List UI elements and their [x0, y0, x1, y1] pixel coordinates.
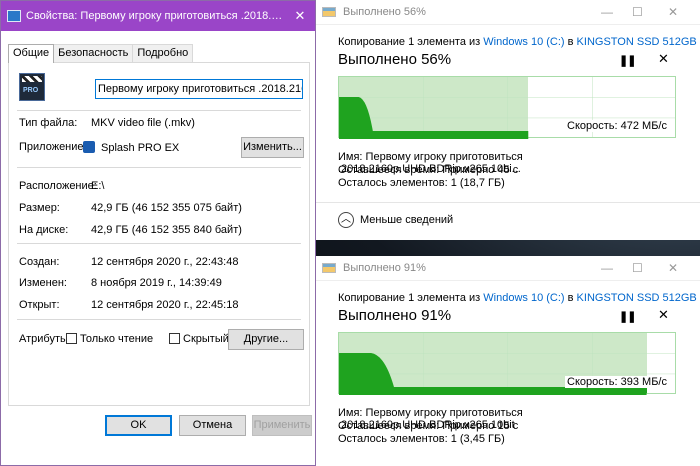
created-label: Создан:: [19, 256, 60, 268]
fewer-details-label[interactable]: Меньше сведений: [360, 214, 453, 226]
fewer-details-toggle[interactable]: ︿ Меньше сведений: [338, 212, 453, 228]
items-remaining-value: 1 (18,7 ГБ): [450, 177, 505, 189]
file-icon-label: PRO: [23, 87, 39, 94]
readonly-checkbox[interactable]: Только чтение: [66, 333, 153, 345]
divider: [17, 110, 301, 111]
transfer-graph: Скорость: 393 МБ/с: [338, 332, 676, 395]
minimize-icon[interactable]: —: [601, 261, 613, 275]
copy-info: Имя: Первому игроку приготовиться .2018.…: [338, 151, 700, 190]
readonly-checkbox-box[interactable]: [66, 333, 77, 344]
copy-summary-prefix: Копирование 1 элемента из: [338, 36, 481, 48]
pause-icon[interactable]: ❚❚: [619, 54, 636, 67]
created-value: 12 сентября 2020 г., 22:43:48: [91, 256, 239, 268]
tab-security[interactable]: Безопасность: [53, 44, 134, 62]
hidden-checkbox-box[interactable]: [169, 333, 180, 344]
source-link[interactable]: Windows 10 (C:): [483, 36, 564, 48]
copy-summary-in: в: [567, 36, 574, 48]
close-icon[interactable]: ✕: [668, 261, 678, 275]
modified-label: Изменен:: [19, 277, 67, 289]
speed-readout: Скорость: 472 МБ/с: [565, 120, 669, 132]
pause-icon[interactable]: ❚❚: [619, 310, 636, 323]
filetype-value: MKV video file (.mkv): [91, 117, 195, 129]
copy-window-icon: [322, 7, 336, 17]
copy-window-icon: [322, 263, 336, 273]
items-remaining-label: Осталось элементов:: [338, 433, 448, 445]
close-icon[interactable]: ✕: [658, 51, 669, 67]
mkv-file-icon: PRO: [19, 73, 45, 101]
divider: [17, 243, 301, 244]
destination-link[interactable]: KINGSTON SSD 512GB (E:): [577, 292, 700, 304]
name-label: Имя:: [338, 151, 363, 163]
speed-readout: Скорость: 393 МБ/с: [565, 376, 669, 388]
advanced-attributes-button[interactable]: Другие...: [228, 329, 304, 350]
time-remaining-value: Примерно 15 с: [442, 420, 519, 432]
location-label: Расположение:: [19, 180, 97, 192]
hidden-checkbox-label: Скрытый: [183, 333, 229, 345]
properties-title: Свойства: Первому игроку приготовиться .…: [26, 10, 285, 22]
apply-button[interactable]: Применить: [252, 415, 312, 436]
time-remaining-value: Примерно 45 с: [442, 164, 519, 176]
app-value: Splash PRO EX: [101, 142, 180, 154]
items-remaining-value: 1 (3,45 ГБ): [450, 433, 505, 445]
copy-summary: Копирование 1 элемента из Windows 10 (C:…: [338, 36, 700, 48]
close-icon[interactable]: ✕: [668, 5, 678, 19]
progress-bar: [339, 131, 529, 137]
divider: [316, 202, 700, 203]
ondisk-value: 42,9 ГБ (46 152 355 840 байт): [91, 224, 242, 236]
app-label: Приложение:: [19, 141, 87, 153]
properties-tabs: Общие Безопасность Подробно: [8, 44, 194, 63]
close-icon[interactable]: ✕: [658, 307, 669, 323]
size-label: Размер:: [19, 202, 60, 214]
time-remaining-label: Оставшееся время:: [338, 420, 440, 432]
copy-summary-in: в: [567, 292, 574, 304]
copy-dialog-91: Выполнено 91% — ☐ ✕ Копирование 1 элемен…: [316, 256, 700, 466]
source-link[interactable]: Windows 10 (C:): [483, 292, 564, 304]
copy-dialog-56: Выполнено 56% — ☐ ✕ Копирование 1 элемен…: [316, 0, 700, 240]
transfer-graph: Скорость: 472 МБ/с: [338, 76, 676, 139]
chevron-up-icon[interactable]: ︿: [338, 212, 354, 228]
time-remaining-label: Оставшееся время:: [338, 164, 440, 176]
properties-dialog: Свойства: Первому игроку приготовиться .…: [0, 0, 316, 466]
opened-value: 12 сентября 2020 г., 22:45:18: [91, 299, 239, 311]
destination-link[interactable]: KINGSTON SSD 512GB (E:): [577, 36, 700, 48]
tab-general[interactable]: Общие: [8, 44, 55, 63]
divider: [17, 167, 301, 168]
app-value-row: Splash PRO EX: [83, 141, 179, 154]
cancel-button[interactable]: Отмена: [179, 415, 246, 436]
name-label: Имя:: [338, 407, 363, 419]
hidden-checkbox[interactable]: Скрытый: [169, 333, 229, 345]
splash-app-icon: [83, 141, 95, 153]
copy-summary: Копирование 1 элемента из Windows 10 (C:…: [338, 292, 700, 304]
change-app-button[interactable]: Изменить...: [241, 137, 304, 158]
minimize-icon[interactable]: —: [601, 5, 613, 19]
tab-details[interactable]: Подробно: [132, 44, 194, 62]
items-remaining-label: Осталось элементов:: [338, 177, 448, 189]
copy-summary-prefix: Копирование 1 элемента из: [338, 292, 481, 304]
maximize-icon[interactable]: ☐: [632, 5, 643, 19]
copy-title: Выполнено 91%: [343, 262, 426, 274]
attributes-label: Атрибуты:: [19, 333, 71, 345]
divider: [17, 319, 301, 320]
properties-titlebar[interactable]: Свойства: Первому игроку приготовиться .…: [1, 1, 315, 31]
general-panel: PRO Первому игроку приготовиться .2018.2…: [8, 62, 310, 406]
filetype-label: Тип файла:: [19, 117, 78, 129]
copy-info: Имя: Первому игроку приготовиться .2018.…: [338, 407, 700, 446]
modified-value: 8 ноября 2019 г., 14:39:49: [91, 277, 222, 289]
close-icon[interactable]: ✕: [285, 8, 315, 24]
ondisk-label: На диске:: [19, 224, 69, 236]
size-value: 42,9 ГБ (46 152 355 075 байт): [91, 202, 242, 214]
copy-status: Выполнено 56%: [338, 51, 452, 68]
maximize-icon[interactable]: ☐: [632, 261, 643, 275]
readonly-checkbox-label: Только чтение: [80, 333, 154, 345]
properties-window-icon: [7, 10, 21, 22]
opened-label: Открыт:: [19, 299, 60, 311]
ok-button[interactable]: OK: [105, 415, 172, 436]
copy-status: Выполнено 91%: [338, 307, 452, 324]
filename-input[interactable]: Первому игроку приготовиться .2018.2160p…: [95, 79, 303, 99]
copy-title: Выполнено 56%: [343, 6, 426, 18]
location-value: E:\: [91, 180, 105, 192]
